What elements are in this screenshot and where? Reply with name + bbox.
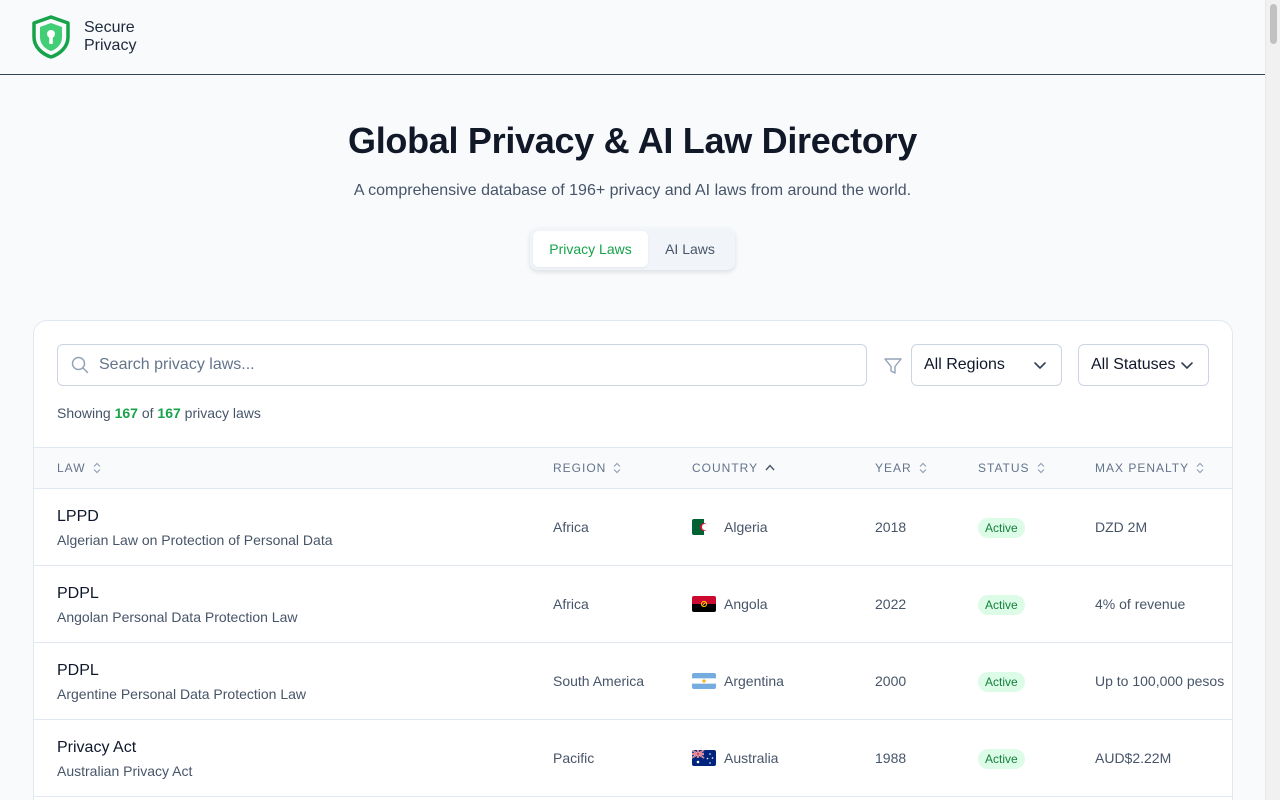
column-header-country[interactable]: COUNTRY	[692, 448, 776, 488]
penalty-cell: AUD$2.22M	[1095, 750, 1172, 766]
status-badge: Active	[978, 672, 1025, 692]
table-row[interactable]: PDPL Angolan Personal Data Protection La…	[34, 566, 1232, 643]
law-type-tabs: Privacy Laws AI Laws	[530, 228, 735, 270]
results-suffix: privacy laws	[184, 405, 261, 421]
results-of: of	[141, 405, 154, 421]
year-cell: 2018	[875, 519, 907, 535]
region-cell: Africa	[553, 596, 589, 612]
column-label: YEAR	[875, 461, 912, 475]
filter-icon	[884, 358, 902, 374]
tab-privacy-laws[interactable]: Privacy Laws	[533, 231, 648, 267]
table-row[interactable]: LPPD Algerian Law on Protection of Perso…	[34, 489, 1232, 566]
table-row[interactable]: Privacy Act Australian Privacy Act Pacif…	[34, 720, 1232, 797]
page-scrollbar[interactable]	[1265, 0, 1280, 800]
penalty-cell: 4% of revenue	[1095, 596, 1186, 612]
column-label: MAX PENALTY	[1095, 461, 1190, 475]
country-cell: Algeria	[724, 519, 768, 535]
sort-icon	[1037, 462, 1044, 474]
results-shown: 167	[114, 405, 138, 421]
chevron-down-icon	[1181, 362, 1193, 369]
chevron-down-icon	[1034, 362, 1046, 369]
law-short-name: PDPL	[57, 662, 99, 679]
law-full-name: Argentine Personal Data Protection Law	[57, 686, 307, 702]
year-cell: 2000	[875, 673, 907, 689]
sort-icon	[1196, 462, 1204, 474]
sort-icon	[93, 462, 100, 474]
tab-ai-laws[interactable]: AI Laws	[648, 231, 732, 267]
law-short-name: LPPD	[57, 508, 99, 525]
column-label: LAW	[57, 461, 86, 475]
sort-icon	[613, 462, 621, 474]
page-subtitle: A comprehensive database of 196+ privacy…	[353, 182, 912, 199]
flag-algeria-icon	[692, 519, 716, 535]
column-label: REGION	[553, 461, 607, 475]
region-cell: Pacific	[553, 750, 595, 766]
column-label: COUNTRY	[692, 461, 759, 475]
flag-angola-icon	[692, 596, 716, 612]
shield-logo-icon	[32, 15, 70, 59]
column-header-max-penalty[interactable]: MAX PENALTY	[1095, 448, 1205, 488]
status-badge: Active	[978, 595, 1025, 615]
region-select[interactable]: All Regions	[911, 344, 1062, 386]
results-prefix: Showing	[57, 405, 111, 421]
region-cell: South America	[553, 673, 645, 689]
law-full-name: Australian Privacy Act	[57, 763, 193, 779]
sort-ascending-icon	[765, 464, 775, 471]
table-header: LAW REGION COUNTRY YEAR STATUS MAX PENAL…	[34, 447, 1232, 489]
country-cell: Australia	[724, 750, 779, 766]
column-header-year[interactable]: YEAR	[875, 448, 928, 488]
column-header-region[interactable]: REGION	[553, 448, 622, 488]
logo-line-1: Secure	[84, 19, 135, 36]
column-label: STATUS	[978, 461, 1030, 475]
status-select-value: All Statuses	[1091, 356, 1176, 373]
flag-australia-icon	[692, 750, 716, 766]
year-cell: 2022	[875, 596, 907, 612]
flag-argentina-icon	[692, 673, 716, 689]
top-header: Secure Privacy	[0, 0, 1265, 75]
law-full-name: Angolan Personal Data Protection Law	[57, 609, 298, 625]
search-box[interactable]	[57, 344, 867, 386]
column-header-status[interactable]: STATUS	[978, 448, 1046, 488]
page-title: Global Privacy & AI Law Directory	[348, 120, 917, 161]
column-header-law[interactable]: LAW	[57, 448, 102, 488]
logo[interactable]: Secure Privacy	[31, 15, 136, 59]
law-directory-card: All Regions All Statuses Showing 167 of …	[33, 320, 1233, 800]
table-row[interactable]: PDPL Argentine Personal Data Protection …	[34, 643, 1232, 720]
sort-icon	[919, 462, 927, 474]
penalty-cell: DZD 2M	[1095, 519, 1148, 535]
penalty-cell: Up to 100,000 pesos	[1095, 673, 1225, 689]
search-icon	[71, 356, 89, 374]
logo-text: Secure Privacy	[84, 19, 136, 55]
results-total: 167	[157, 405, 181, 421]
country-cell: Angola	[724, 596, 768, 612]
results-count: Showing 167 of 167 privacy laws	[57, 405, 261, 421]
region-cell: Africa	[553, 519, 589, 535]
search-input[interactable]	[99, 356, 839, 374]
law-short-name: Privacy Act	[57, 739, 137, 756]
logo-line-2: Privacy	[84, 37, 137, 54]
country-cell: Argentina	[724, 673, 784, 689]
law-full-name: Algerian Law on Protection of Personal D…	[57, 532, 333, 548]
law-short-name: PDPL	[57, 585, 99, 602]
status-badge: Active	[978, 749, 1025, 769]
year-cell: 1988	[875, 750, 907, 766]
region-select-value: All Regions	[924, 356, 1005, 373]
status-select[interactable]: All Statuses	[1078, 344, 1209, 386]
scrollbar-thumb[interactable]	[1270, 4, 1277, 44]
status-badge: Active	[978, 518, 1025, 538]
